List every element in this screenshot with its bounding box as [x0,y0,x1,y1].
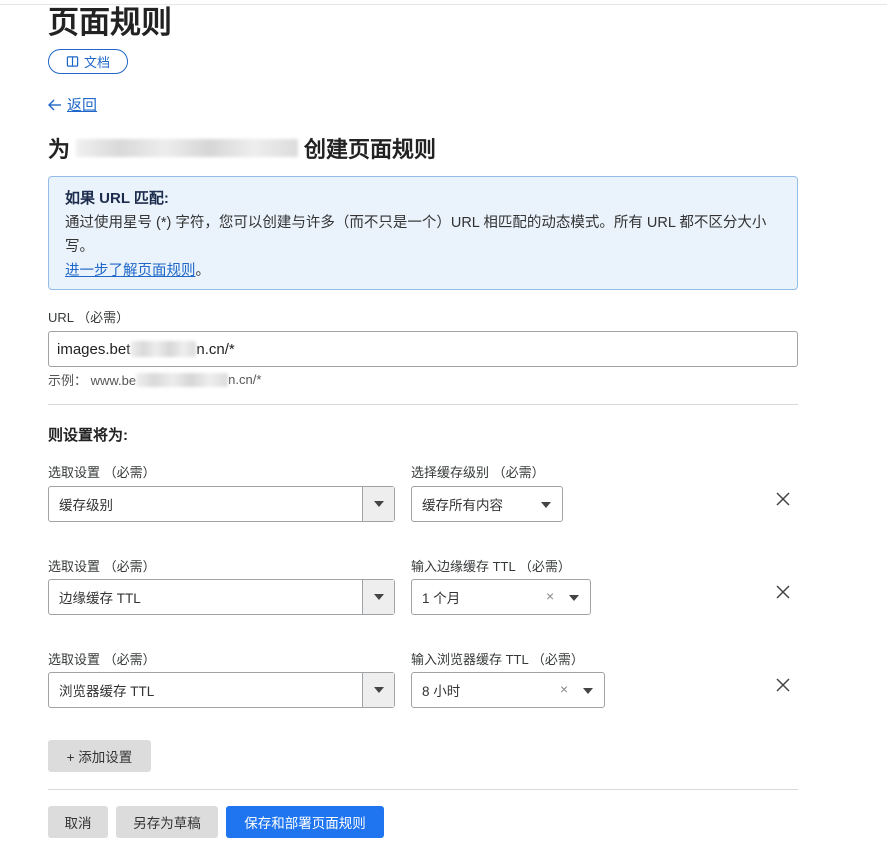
clear-edge-ttl-icon[interactable]: × [546,588,554,604]
triangle-down-icon [569,595,579,601]
setting-3-select-value: 浏览器缓存 TTL [59,684,155,699]
remove-setting-3-icon[interactable] [774,676,792,694]
setting-2-label: 选取设置 （必需） [48,559,156,574]
setting-3-label: 选取设置 （必需） [48,652,156,667]
create-title-prefix: 为 [48,138,71,163]
setting-2-select[interactable]: 边缘缓存 TTL [48,579,395,615]
redacted-example-part [136,372,229,387]
setting-3-value-label: 输入浏览器缓存 TTL （必需） [411,652,584,667]
setting-1-value-label: 选择缓存级别 （必需） [411,465,545,480]
url-value-prefix: images.bet [57,340,131,358]
divider [48,404,798,405]
example-prefix: 示例： www.be [48,373,137,388]
setting-1-select-value: 缓存级别 [59,498,113,513]
edge-cache-ttl-value: 1 个月 [422,591,461,606]
redacted-domain [76,139,299,157]
setting-3-dropdown-toggle[interactable] [362,673,394,707]
triangle-down-icon [373,687,384,693]
url-label: URL （必需） [48,310,130,325]
setting-1-dropdown-toggle[interactable] [362,487,394,521]
book-icon [66,56,79,67]
divider [48,789,798,790]
setting-1-label: 选取设置 （必需） [48,465,156,480]
url-input[interactable]: images.bet n.cn/* [48,331,798,367]
example-suffix: n.cn/* [228,372,262,387]
cache-level-value: 缓存所有内容 [422,498,503,513]
info-body: 通过使用星号 (*) 字符，您可以创建与许多（而不只是一个）URL 相匹配的动态… [65,215,767,255]
setting-2-select-value: 边缘缓存 TTL [59,591,141,606]
create-title-suffix: 创建页面规则 [304,138,437,163]
url-example: 示例： www.be n.cn/* [48,370,261,389]
arrow-left-icon [48,99,61,110]
back-link[interactable]: 返回 [48,94,97,115]
triangle-down-icon [541,502,551,508]
save-draft-button[interactable]: 另存为草稿 [116,806,218,838]
remove-setting-1-icon[interactable] [774,490,792,508]
setting-1-select[interactable]: 缓存级别 [48,486,395,522]
back-link-label: 返回 [67,97,98,114]
setting-2-dropdown-toggle[interactable] [362,580,394,614]
cache-level-select[interactable]: 缓存所有内容 [411,486,563,522]
learn-more-link[interactable]: 进一步了解页面规则 [65,263,196,279]
setting-3-select[interactable]: 浏览器缓存 TTL [48,672,395,708]
add-setting-button[interactable]: + 添加设置 [48,740,151,772]
docs-button[interactable]: 文档 [48,49,128,74]
browser-cache-ttl-value: 8 小时 [422,684,461,699]
edge-cache-ttl-select[interactable]: 1 个月 × [411,579,591,615]
page-title: 页面规则 [48,5,172,41]
settings-heading: 则设置将为: [48,427,128,444]
create-rule-title: 为 创建页面规则 [48,132,436,164]
cancel-button[interactable]: 取消 [48,806,108,838]
url-match-info-box: 如果 URL 匹配: 通过使用星号 (*) 字符，您可以创建与许多（而不只是一个… [48,176,798,290]
setting-2-value-label: 输入边缘缓存 TTL （必需） [411,559,571,574]
clear-browser-ttl-icon[interactable]: × [560,681,568,697]
remove-setting-2-icon[interactable] [774,583,792,601]
info-heading: 如果 URL 匹配: [65,190,169,207]
redacted-url-part [130,341,197,357]
docs-button-label: 文档 [83,55,110,70]
triangle-down-icon [373,594,384,600]
save-deploy-button[interactable]: 保存和部署页面规则 [226,806,384,838]
browser-cache-ttl-select[interactable]: 8 小时 × [411,672,605,708]
url-value-suffix: n.cn/* [196,340,235,358]
triangle-down-icon [583,688,593,694]
triangle-down-icon [373,501,384,507]
info-link-suffix: 。 [195,263,211,279]
